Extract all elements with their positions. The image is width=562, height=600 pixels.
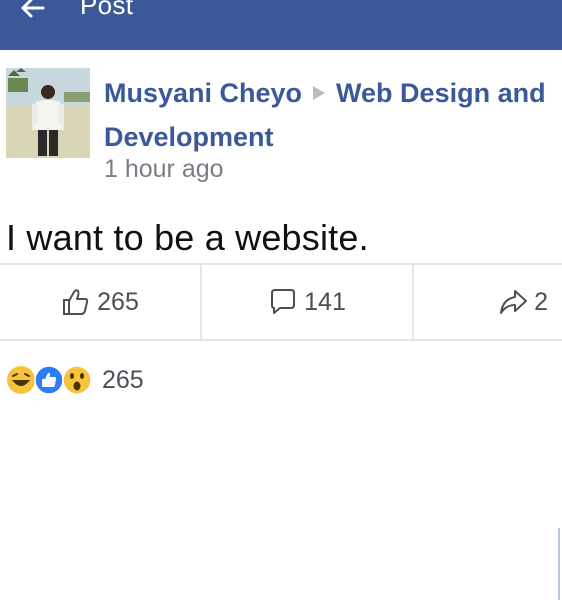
avatar[interactable] xyxy=(6,68,90,158)
back-arrow-icon[interactable] xyxy=(18,0,46,22)
post-timestamp[interactable]: 1 hour ago xyxy=(104,154,224,184)
share-button[interactable]: 2 xyxy=(414,265,562,339)
author-name[interactable]: Musyani Cheyo xyxy=(104,78,302,108)
group-name[interactable]: Web Design and xyxy=(336,78,546,108)
comment-button[interactable]: 141 xyxy=(202,265,414,339)
share-icon xyxy=(500,290,528,314)
thumbs-up-icon xyxy=(63,289,89,315)
group-name-continued[interactable]: Development xyxy=(104,122,274,152)
avatar-image xyxy=(6,68,90,158)
empty-area xyxy=(0,420,562,600)
like-reaction-icon xyxy=(34,365,64,395)
reaction-count: 265 xyxy=(102,365,144,394)
reactions-summary[interactable]: 265 xyxy=(6,360,144,400)
page-title: Post xyxy=(80,0,134,20)
haha-reaction-icon xyxy=(7,366,35,394)
wow-reaction-icon xyxy=(62,365,92,395)
reaction-icons xyxy=(6,362,96,398)
author-line: Musyani Cheyo Web Design and Development xyxy=(104,73,554,157)
divider xyxy=(558,528,560,600)
like-button[interactable]: 265 xyxy=(0,265,202,339)
posted-to-arrow-icon xyxy=(310,73,328,113)
comment-icon xyxy=(271,289,296,314)
post-text: I want to be a website. xyxy=(6,217,369,258)
comment-count: 141 xyxy=(304,287,346,316)
share-count: 2 xyxy=(534,287,548,316)
top-app-bar: Post xyxy=(0,0,562,50)
like-count: 265 xyxy=(97,287,139,316)
post-actions-bar: 265 141 2 xyxy=(0,263,562,341)
post-header: Musyani Cheyo Web Design and Development xyxy=(0,60,562,190)
